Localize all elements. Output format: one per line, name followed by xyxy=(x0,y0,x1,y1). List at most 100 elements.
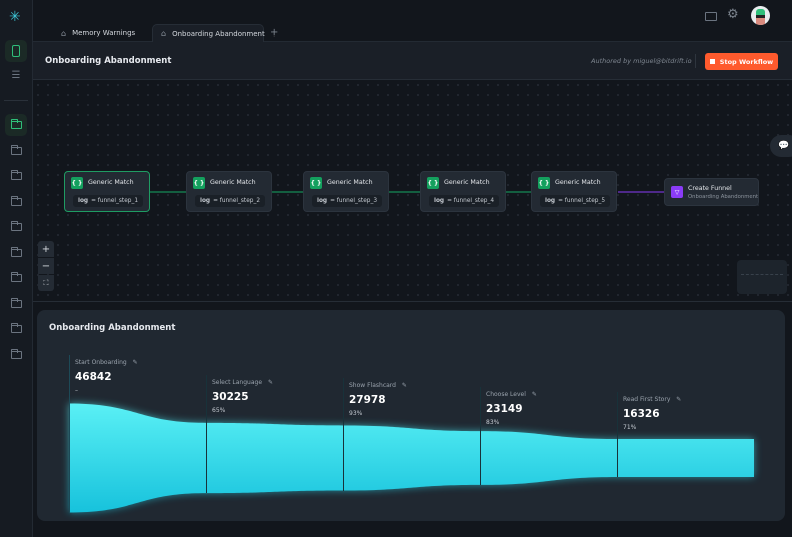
tab-memory-warnings[interactable]: ⌂ Memory Warnings xyxy=(53,24,143,42)
funnel-step: Start Onboarding ✎ 46842 – xyxy=(69,355,138,513)
step-conversion: 65% xyxy=(212,407,226,414)
node-condition: log = funnel_step_4 xyxy=(429,195,499,207)
step-label-row: Start Onboarding ✎ xyxy=(75,359,138,366)
edit-icon[interactable]: ✎ xyxy=(133,359,138,366)
sidebar-folder[interactable] xyxy=(5,242,27,264)
folder-icon xyxy=(10,348,22,359)
sidebar: ✳ ☰ xyxy=(0,0,33,537)
edit-icon[interactable]: ✎ xyxy=(268,379,273,386)
condition-key: log xyxy=(316,198,328,204)
condition-key: log xyxy=(544,198,556,204)
folder-icon xyxy=(10,170,22,180)
create-funnel-node[interactable]: ▽ Create Funnel Onboarding Abandonment xyxy=(664,178,759,206)
step-label: Show Flashcard xyxy=(349,382,396,389)
generic-match-node[interactable]: { } Generic Match log = funnel_step_2 xyxy=(186,171,272,212)
step-label: Select Language xyxy=(212,379,263,386)
zoom-out-button[interactable]: − xyxy=(38,258,54,274)
step-conversion: 93% xyxy=(349,410,363,417)
sidebar-folder[interactable] xyxy=(5,318,27,340)
generic-match-node[interactable]: { } Generic Match log = funnel_step_5 xyxy=(531,171,617,212)
chat-button[interactable]: 💬 xyxy=(770,135,792,157)
edit-icon[interactable]: ✎ xyxy=(676,396,681,403)
avatar[interactable] xyxy=(751,6,770,25)
folder-icon xyxy=(10,297,22,308)
gear-icon[interactable]: ⚙ xyxy=(727,7,739,22)
workflow-icon: ⌂ xyxy=(161,29,167,38)
sidebar-item-list[interactable]: ☰ xyxy=(5,64,27,86)
edit-icon[interactable]: ✎ xyxy=(532,391,537,398)
step-label: Read First Story xyxy=(623,396,671,403)
folder-icon xyxy=(10,246,22,257)
step-value: 23149 xyxy=(486,403,523,415)
funnel-step: Choose Level ✎ 23149 83% xyxy=(480,387,537,485)
sidebar-folder[interactable] xyxy=(5,114,27,136)
phone-icon xyxy=(12,45,20,57)
funnel-step: Read First Story ✎ 16326 71% xyxy=(617,392,681,477)
step-label-row: Select Language ✎ xyxy=(212,379,273,386)
braces-icon: { } xyxy=(193,177,205,189)
page-title: Onboarding Abandonment xyxy=(45,56,172,66)
node-condition: log = funnel_step_2 xyxy=(195,195,265,207)
step-value: 30225 xyxy=(212,391,249,403)
folder-icon xyxy=(10,119,22,129)
workflow-canvas[interactable]: { } Generic Match log = funnel_step_1{ } … xyxy=(33,80,792,302)
step-label-row: Read First Story ✎ xyxy=(623,396,681,403)
step-label: Start Onboarding xyxy=(75,359,127,366)
step-label-row: Show Flashcard ✎ xyxy=(349,382,407,389)
braces-icon: { } xyxy=(538,177,550,189)
sidebar-folder[interactable] xyxy=(5,293,27,315)
braces-icon: { } xyxy=(71,177,83,189)
folder-icon xyxy=(10,221,22,231)
condition-key: log xyxy=(199,198,211,204)
folder-icon xyxy=(10,195,22,206)
folder-icon xyxy=(10,323,22,333)
node-title: Generic Match xyxy=(327,179,373,186)
node-subtitle: Onboarding Abandonment xyxy=(688,194,759,200)
keyboard-icon[interactable] xyxy=(705,12,717,21)
sidebar-folder[interactable] xyxy=(5,140,27,162)
node-condition: log = funnel_step_5 xyxy=(540,195,610,207)
sidebar-folder[interactable] xyxy=(5,267,27,289)
condition-value: = funnel_step_4 xyxy=(447,198,495,204)
sidebar-folder[interactable] xyxy=(5,216,27,238)
step-label-row: Choose Level ✎ xyxy=(486,391,537,398)
tab-onboarding-abandonment[interactable]: ⌂ Onboarding Abandonment ⋮ xyxy=(152,24,278,42)
node-title: Generic Match xyxy=(210,179,256,186)
node-title: Generic Match xyxy=(555,179,601,186)
funnel-step: Show Flashcard ✎ 27978 93% xyxy=(343,378,407,491)
sidebar-folder[interactable] xyxy=(5,344,27,366)
node-condition: log = funnel_step_3 xyxy=(312,195,382,207)
fit-view-button[interactable]: ⛶ xyxy=(38,275,54,291)
tab-label: Memory Warnings xyxy=(72,29,136,37)
stop-workflow-button[interactable]: Stop Workflow xyxy=(705,53,778,70)
sidebar-folder[interactable] xyxy=(5,191,27,213)
tab-bar: ⌂ Memory Warnings ⌂ Onboarding Abandonment… xyxy=(33,0,792,42)
funnel-panel: Onboarding Abandonment Start Onboarding … xyxy=(37,310,785,521)
generic-match-node[interactable]: { } Generic Match log = funnel_step_4 xyxy=(420,171,506,212)
edit-icon[interactable]: ✎ xyxy=(402,382,407,389)
generic-match-node[interactable]: { } Generic Match log = funnel_step_3 xyxy=(303,171,389,212)
sidebar-item-devices[interactable] xyxy=(5,40,27,62)
node-condition: log = funnel_step_1 xyxy=(73,195,143,207)
workflow-header: Onboarding Abandonment Authored by migue… xyxy=(33,42,792,80)
condition-value: = funnel_step_5 xyxy=(558,198,606,204)
sidebar-folder[interactable] xyxy=(5,165,27,187)
condition-value: = funnel_step_1 xyxy=(91,198,139,204)
generic-match-node[interactable]: { } Generic Match log = funnel_step_1 xyxy=(64,171,150,212)
minimap[interactable] xyxy=(737,260,787,294)
node-title: Generic Match xyxy=(444,179,490,186)
node-title: Create Funnel xyxy=(688,185,732,192)
braces-icon: { } xyxy=(427,177,439,189)
stop-icon xyxy=(709,59,715,64)
logo[interactable]: ✳ xyxy=(9,9,21,25)
divider xyxy=(4,100,28,101)
step-conversion: 71% xyxy=(623,424,637,431)
folder-icon xyxy=(10,144,22,155)
folder-icon xyxy=(10,272,22,282)
add-tab-button[interactable]: + xyxy=(270,27,278,38)
list-icon: ☰ xyxy=(11,69,21,81)
zoom-in-button[interactable]: + xyxy=(38,241,54,257)
step-value: 27978 xyxy=(349,394,386,406)
workflow-icon: ⌂ xyxy=(61,28,67,38)
step-conversion: – xyxy=(75,387,78,394)
